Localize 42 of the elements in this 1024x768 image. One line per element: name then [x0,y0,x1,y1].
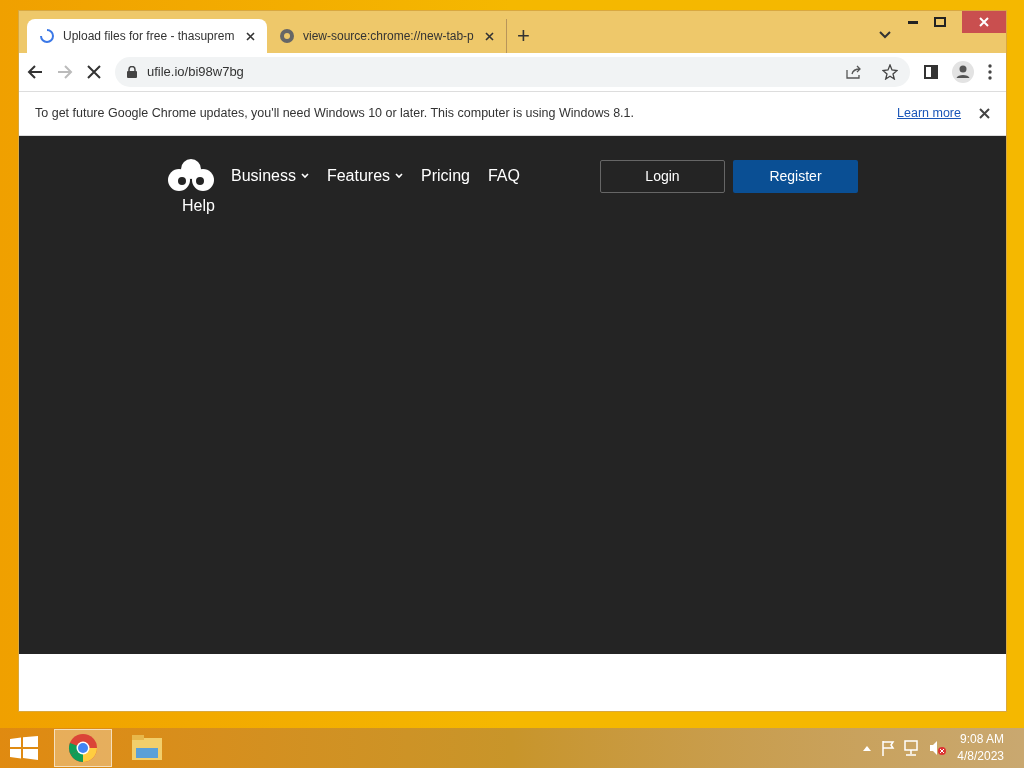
nav-dropdown[interactable]: Features [326,164,404,188]
menu-icon[interactable] [988,64,992,80]
close-icon[interactable] [485,31,494,41]
muted-speaker-icon[interactable] [929,740,948,756]
windows-start-icon[interactable] [10,736,38,760]
minimize-icon[interactable] [908,21,918,25]
stop-icon[interactable] [87,65,101,79]
browser-tab[interactable]: Upload files for free - thasuprem [27,19,267,53]
lock-icon [127,66,137,78]
login-button[interactable]: Login [600,160,725,193]
cloud-logo-icon[interactable] [167,158,215,194]
learn-more-link[interactable]: Learn more [897,104,961,123]
register-button[interactable]: Register [733,160,858,193]
address-bar[interactable]: ufile.io/bi98w7bg [115,57,910,87]
taskbar-button[interactable] [54,729,112,767]
tab-search-icon[interactable] [879,31,891,39]
close-icon[interactable] [979,108,990,119]
clock-time: 9:08 AM [959,731,1004,748]
update-message: To get future Google Chrome updates, you'll need Windows 10 or later. This computer is using Windows 8.1. [35,105,635,123]
folder-icon [131,734,163,762]
nav-link[interactable]: Pricing [421,164,470,188]
close-icon [979,17,989,27]
share-icon[interactable] [846,65,862,79]
help-link[interactable]: Help [182,194,215,218]
star-icon[interactable] [882,64,898,80]
loading-spinner-icon [39,28,55,44]
nav-link[interactable]: FAQ [487,164,520,188]
close-icon[interactable] [246,31,255,41]
profile-icon[interactable] [952,61,974,83]
tab-title: Upload files for free - thasuprem [63,28,236,45]
nav-dropdown[interactable]: Business [231,164,309,188]
chrome-logo-icon [68,733,98,763]
back-icon[interactable] [27,64,43,80]
chevron-down-icon [300,173,309,179]
clock-date: 4/8/2023 [957,748,1004,765]
new-tab-button[interactable]: + [517,25,530,47]
close-button[interactable] [962,11,1006,33]
tab-title: view-source:chrome://new-tab-p [303,28,475,45]
maximize-icon[interactable] [934,17,946,27]
chevron-down-icon [395,173,404,179]
side-panel-icon[interactable] [924,65,938,79]
url-text: ufile.io/bi98w7bg [147,63,244,82]
